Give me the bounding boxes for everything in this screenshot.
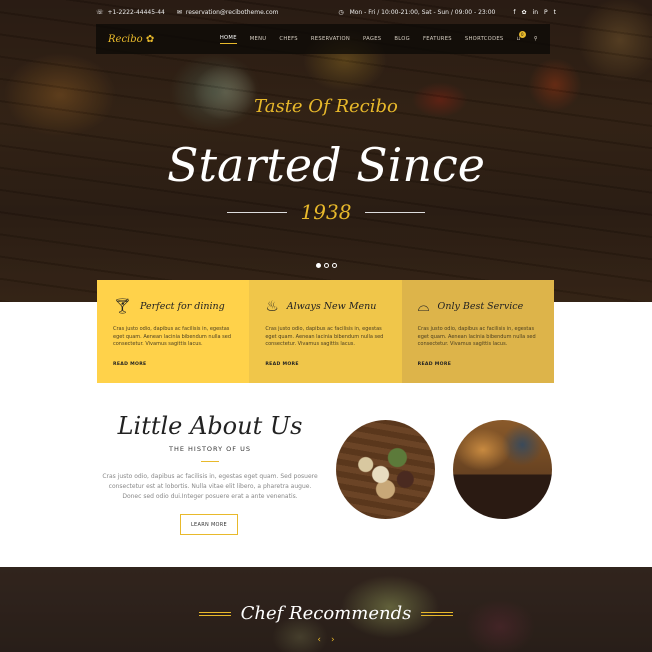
cloche-icon: ⌓ <box>417 297 430 315</box>
read-more-link[interactable]: READ MORE <box>113 362 233 367</box>
main-navbar: Recibo ✿ HOME MENU CHEFS RESERVATION PAG… <box>96 24 550 54</box>
nav-item-chefs[interactable]: CHEFS <box>279 36 298 42</box>
phone-text: +1-2222-44445-44 <box>107 8 165 16</box>
about-subtitle: THE HISTORY OF US <box>169 445 251 453</box>
facebook-icon[interactable]: f <box>513 9 515 16</box>
nav-menu: HOME MENU CHEFS RESERVATION PAGES BLOG F… <box>219 31 538 44</box>
divider-line <box>198 611 231 616</box>
slider-dot[interactable] <box>331 263 337 268</box>
dish-icon: ♨ <box>265 297 279 315</box>
nav-item-blog[interactable]: BLOG <box>394 36 410 42</box>
features-row: 🍸︎ Perfect for dining Cras justo odio, d… <box>97 280 554 383</box>
phone-icon: ☏ <box>96 8 104 16</box>
slider-dot[interactable] <box>323 263 329 268</box>
site-logo[interactable]: Recibo ✿ <box>108 34 154 45</box>
learn-more-button[interactable]: LEARN MORE <box>180 514 238 535</box>
cart-icon[interactable]: ⊔ 0 <box>517 31 526 42</box>
clock-icon: ◷ <box>338 8 344 16</box>
feature-text: Cras justo odio, dapibus ac facilisis in… <box>113 326 232 347</box>
cocktail-icon: 🍸︎ <box>113 297 133 315</box>
nav-item-features[interactable]: FEATURES <box>423 36 452 42</box>
topbar-right: ◷ Mon - Fri / 10:00-21:00, Sat - Sun / 0… <box>338 9 556 16</box>
hero-tagline: Taste Of Recibo <box>254 96 398 117</box>
top-info-bar: ☏ +1-2222-44445-44 ✉ reservation@recibot… <box>96 6 556 18</box>
nav-item-reservation[interactable]: RESERVATION <box>311 36 350 42</box>
feature-title: Always New Menu <box>286 300 377 312</box>
carousel-arrows: ‹ › <box>0 635 652 645</box>
chevron-right-icon[interactable]: › <box>331 635 335 645</box>
restaurant-image <box>453 420 552 519</box>
linkedin-icon[interactable]: in <box>533 9 538 16</box>
slider-dots <box>0 263 652 268</box>
feature-card: ♨ Always New Menu Cras justo odio, dapib… <box>249 280 402 383</box>
twitter-icon[interactable]: t <box>554 9 556 16</box>
phone-item[interactable]: ☏ +1-2222-44445-44 <box>96 9 165 16</box>
nav-item-menu[interactable]: MENU <box>250 36 267 42</box>
wheat-icon: ✿ <box>145 33 155 45</box>
search-icon[interactable]: ⚲ <box>534 36 538 42</box>
feature-text: Cras justo odio, dapibus ac facilisis in… <box>417 326 536 347</box>
about-text: Cras justo odio, dapibus ac facilisis in… <box>102 473 318 500</box>
hours-text: Mon - Fri / 10:00-21:00, Sat - Sun / 09:… <box>349 8 496 16</box>
email-text: reservation@recibotheme.com <box>185 8 279 16</box>
feature-text: Cras justo odio, dapibus ac facilisis in… <box>265 326 384 347</box>
hero-year-row: 1938 <box>0 200 652 224</box>
read-more-link[interactable]: READ MORE <box>265 362 385 367</box>
pinterest-icon[interactable]: P <box>544 9 548 16</box>
divider-line <box>421 611 454 616</box>
feature-title: Only Best Service <box>437 300 524 312</box>
divider-line <box>365 211 426 213</box>
divider-line <box>201 461 219 462</box>
about-title: Little About Us <box>117 412 303 440</box>
read-more-link[interactable]: READ MORE <box>418 362 538 367</box>
feature-card: 🍸︎ Perfect for dining Cras justo odio, d… <box>97 280 250 383</box>
food-image <box>336 420 435 519</box>
nav-item-shortcodes[interactable]: SHORTCODES <box>465 36 504 42</box>
hero-title: Started Since <box>166 138 486 192</box>
flickr-icon[interactable]: ✿ <box>522 9 527 16</box>
feature-title: Perfect for dining <box>140 300 225 312</box>
cart-badge: 0 <box>518 31 526 38</box>
mail-icon: ✉ <box>176 8 182 16</box>
hero-year: 1938 <box>300 200 352 224</box>
email-item[interactable]: ✉ reservation@recibotheme.com <box>177 9 279 16</box>
slider-dot[interactable] <box>315 263 321 268</box>
divider-line <box>226 211 287 213</box>
chef-recommends-section: Chef Recommends ‹ › <box>0 567 652 652</box>
chevron-left-icon[interactable]: ‹ <box>317 635 321 645</box>
nav-item-pages[interactable]: PAGES <box>363 36 381 42</box>
nav-item-home[interactable]: HOME <box>219 35 237 44</box>
chef-title: Chef Recommends <box>240 603 412 624</box>
hero-section: ☏ +1-2222-44445-44 ✉ reservation@recibot… <box>0 0 652 302</box>
feature-card: ⌓ Only Best Service Cras justo odio, dap… <box>401 280 554 383</box>
